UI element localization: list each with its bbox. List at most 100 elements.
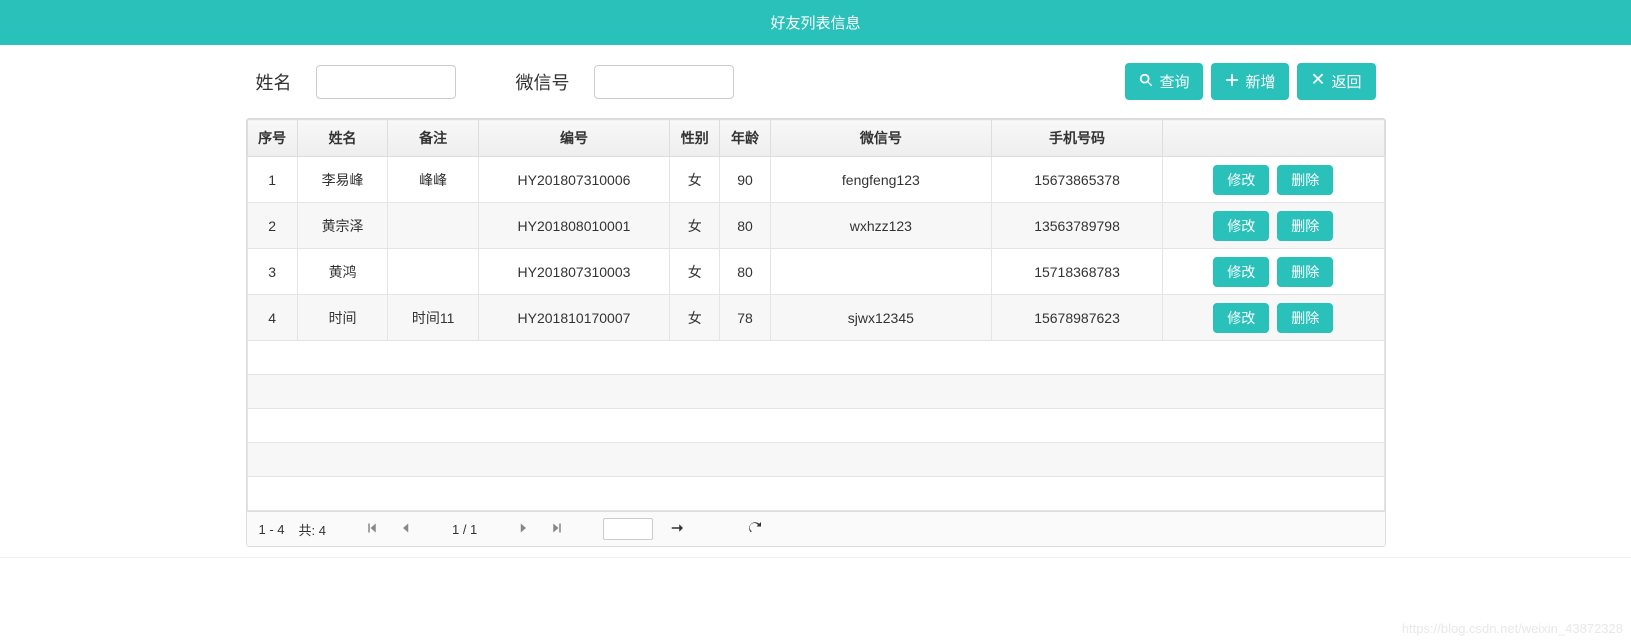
close-icon [1311, 73, 1325, 91]
pager-goto-input[interactable] [603, 518, 653, 540]
delete-button[interactable]: 删除 [1277, 211, 1333, 241]
cell-gender: 女 [670, 249, 720, 295]
first-page-icon [366, 522, 378, 537]
cell-remark: 峰峰 [388, 157, 479, 203]
pager-refresh-button[interactable] [745, 520, 765, 539]
table-row[interactable]: 3黄鸿HY201807310003女8015718368783修改删除 [247, 249, 1384, 295]
cell-code: HY201807310006 [478, 157, 669, 203]
col-gender[interactable]: 性别 [670, 120, 720, 157]
cell-remark [388, 249, 479, 295]
cell-wechat [770, 249, 991, 295]
table-row[interactable]: 2黄宗泽 HY201808010001女80wxhzz12313563789798… [247, 203, 1384, 249]
col-code[interactable]: 编号 [478, 120, 669, 157]
cell-name: 黄鸿 [297, 249, 388, 295]
col-phone[interactable]: 手机号码 [992, 120, 1163, 157]
cell-age: 80 [720, 249, 770, 295]
pager-goto-button[interactable] [667, 520, 687, 539]
cell-name: 时间 [297, 295, 388, 341]
cell-age: 90 [720, 157, 770, 203]
last-page-icon [551, 522, 563, 537]
pager-last-button[interactable] [547, 520, 567, 539]
footer-divider [0, 557, 1631, 558]
cell-phone: 15718368783 [992, 249, 1163, 295]
wechat-label: 微信号 [516, 69, 570, 95]
query-button[interactable]: 查询 [1125, 63, 1203, 100]
cell-remark: 时间11 [388, 295, 479, 341]
edit-button[interactable]: 修改 [1213, 257, 1269, 287]
table-row[interactable]: 1李易峰峰峰HY201807310006女90fengfeng123156738… [247, 157, 1384, 203]
pager-total: 共: 4 [299, 520, 326, 539]
col-remark[interactable]: 备注 [388, 120, 479, 157]
pager-range: 1 - 4 [259, 522, 285, 537]
cell-seq: 4 [247, 295, 297, 341]
cell-wechat: wxhzz123 [770, 203, 991, 249]
page-title: 好友列表信息 [770, 15, 860, 32]
cell-phone: 15673865378 [992, 157, 1163, 203]
delete-button[interactable]: 删除 [1277, 165, 1333, 195]
cell-code: HY201808010001 [478, 203, 669, 249]
cell-gender: 女 [670, 157, 720, 203]
name-input[interactable] [316, 65, 456, 99]
cell-remark [388, 203, 479, 249]
cell-wechat: fengfeng123 [770, 157, 991, 203]
search-icon [1139, 73, 1153, 91]
add-button-label: 新增 [1245, 71, 1275, 92]
col-age[interactable]: 年龄 [720, 120, 770, 157]
cell-seq: 2 [247, 203, 297, 249]
pager: 1 - 4 共: 4 1 / 1 [247, 511, 1385, 546]
page-header: 好友列表信息 [0, 0, 1631, 45]
arrow-right-icon [671, 522, 683, 537]
cell-phone: 13563789798 [992, 203, 1163, 249]
cell-age: 80 [720, 203, 770, 249]
edit-button[interactable]: 修改 [1213, 211, 1269, 241]
cell-action: 修改删除 [1163, 295, 1384, 341]
main-container: 姓名 微信号 查询 新增 返回 序号 [246, 45, 1386, 547]
pager-first-button[interactable] [362, 520, 382, 539]
watermark: https://blog.csdn.net/weixin_43872328 [1402, 621, 1623, 636]
data-grid: 序号 姓名 备注 编号 性别 年龄 微信号 手机号码 1李易峰峰峰HY20180… [246, 118, 1386, 547]
search-toolbar: 姓名 微信号 查询 新增 返回 [246, 63, 1386, 118]
delete-button[interactable]: 删除 [1277, 257, 1333, 287]
query-button-label: 查询 [1159, 71, 1189, 92]
col-action[interactable] [1163, 120, 1384, 157]
cell-name: 黄宗泽 [297, 203, 388, 249]
cell-action: 修改删除 [1163, 203, 1384, 249]
cell-name: 李易峰 [297, 157, 388, 203]
cell-wechat: sjwx12345 [770, 295, 991, 341]
col-name[interactable]: 姓名 [297, 120, 388, 157]
table-header-row: 序号 姓名 备注 编号 性别 年龄 微信号 手机号码 [247, 120, 1384, 157]
chevron-left-icon [400, 522, 412, 537]
pager-page-info: 1 / 1 [452, 522, 477, 537]
table-row[interactable]: 4时间时间11HY201810170007女78sjwx123451567898… [247, 295, 1384, 341]
cell-action: 修改删除 [1163, 249, 1384, 295]
back-button[interactable]: 返回 [1297, 63, 1375, 100]
cell-action: 修改删除 [1163, 157, 1384, 203]
cell-code: HY201807310003 [478, 249, 669, 295]
col-seq[interactable]: 序号 [247, 120, 297, 157]
wechat-input[interactable] [594, 65, 734, 99]
pager-next-button[interactable] [513, 520, 533, 539]
cell-seq: 1 [247, 157, 297, 203]
cell-code: HY201810170007 [478, 295, 669, 341]
cell-gender: 女 [670, 295, 720, 341]
table-row-empty [247, 477, 1384, 511]
cell-gender: 女 [670, 203, 720, 249]
table-row-empty [247, 409, 1384, 443]
plus-icon [1225, 73, 1239, 91]
cell-phone: 15678987623 [992, 295, 1163, 341]
table-row-empty [247, 443, 1384, 477]
table-row-empty [247, 375, 1384, 409]
add-button[interactable]: 新增 [1211, 63, 1289, 100]
refresh-icon [749, 522, 761, 537]
edit-button[interactable]: 修改 [1213, 303, 1269, 333]
chevron-right-icon [517, 522, 529, 537]
delete-button[interactable]: 删除 [1277, 303, 1333, 333]
table-row-empty [247, 341, 1384, 375]
name-label: 姓名 [256, 69, 292, 95]
cell-age: 78 [720, 295, 770, 341]
back-button-label: 返回 [1331, 71, 1361, 92]
pager-prev-button[interactable] [396, 520, 416, 539]
cell-seq: 3 [247, 249, 297, 295]
edit-button[interactable]: 修改 [1213, 165, 1269, 195]
col-wechat[interactable]: 微信号 [770, 120, 991, 157]
